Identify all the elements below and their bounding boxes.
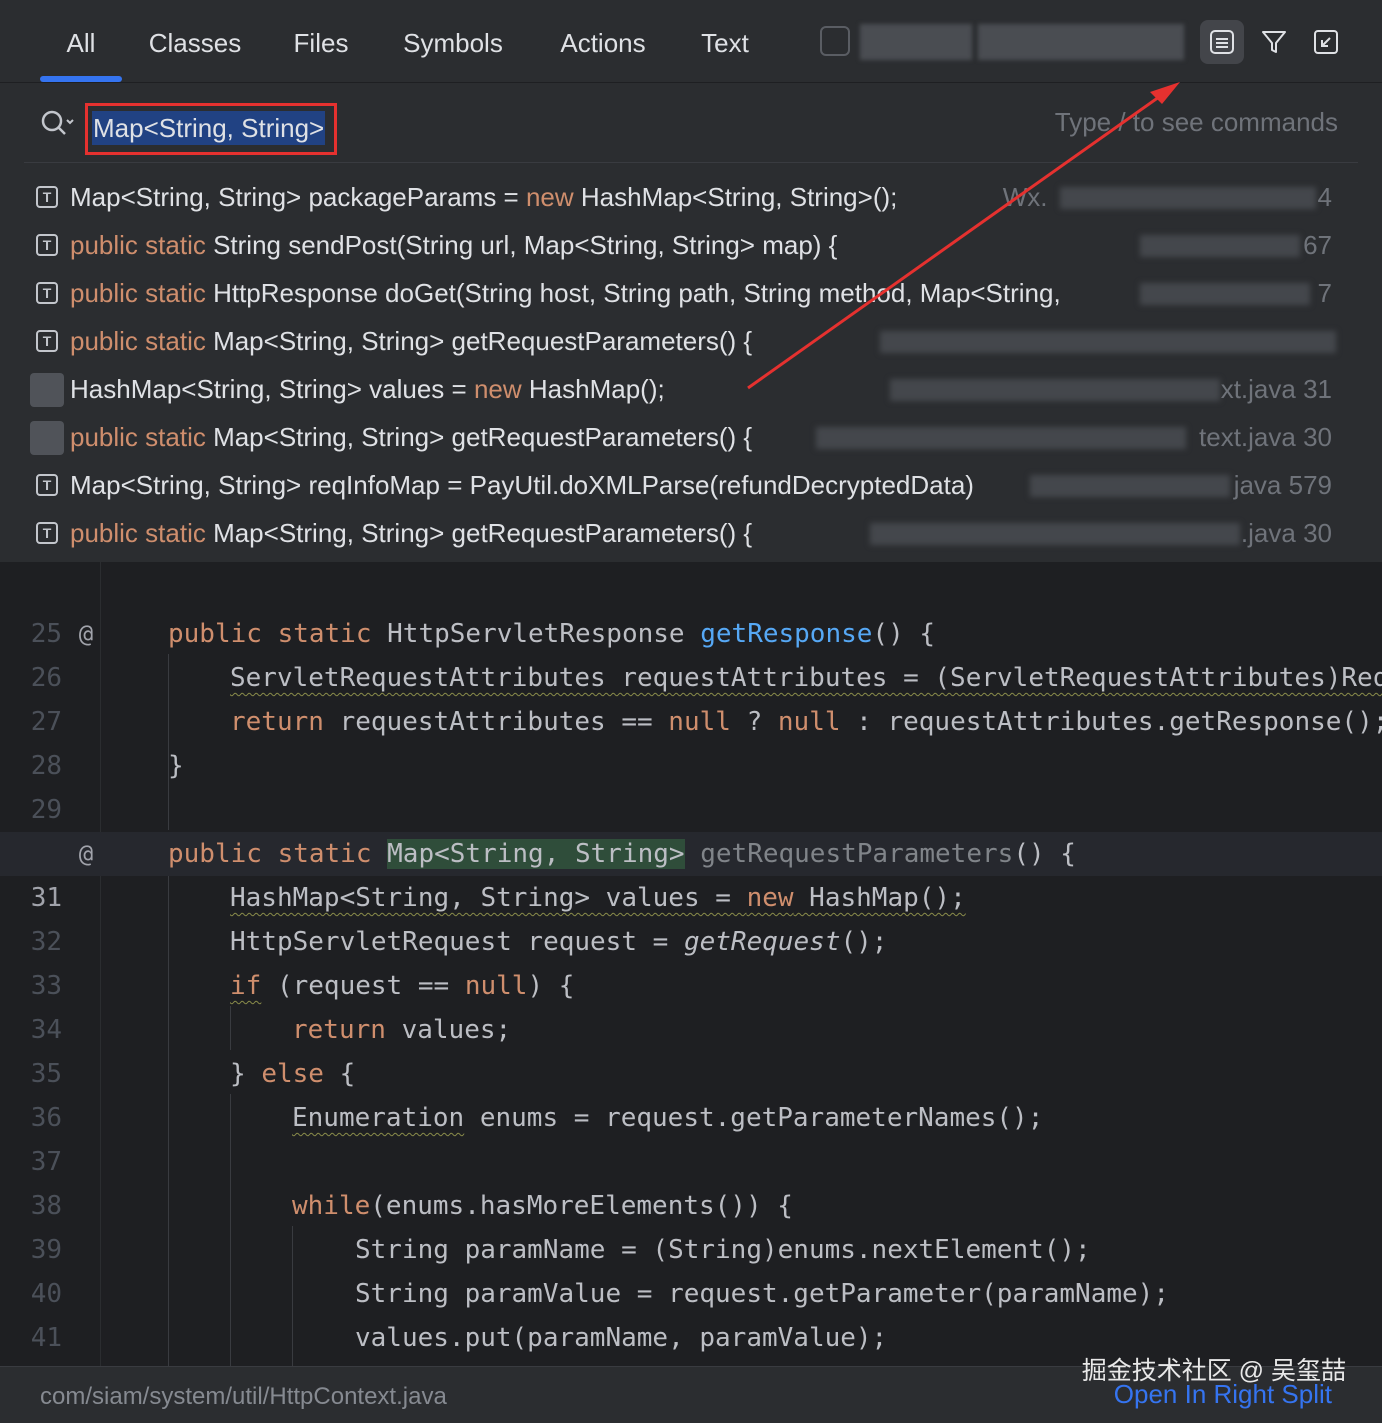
code-line: 28 return requestAttributes == null ? nu…	[0, 700, 1382, 781]
code-line: 30	[0, 788, 1382, 869]
text-icon: T	[36, 282, 58, 304]
code-line: 39 while(enums.hasMoreElements()) {	[0, 1184, 1382, 1265]
divider	[24, 162, 1358, 163]
result-location: Wx. 4	[1002, 182, 1332, 212]
code-preview[interactable]: 25 26 @ public static HttpServletRespons…	[0, 562, 1382, 1366]
text-icon: T	[36, 186, 58, 208]
search-input-highlight: Map<String, String>	[85, 103, 337, 155]
result-location: text.java 30	[1199, 422, 1332, 452]
result-row[interactable]: T Map<String, String> reqInfoMap = PayUt…	[0, 461, 1382, 509]
code-line: 35 return values;	[0, 1008, 1382, 1089]
result-location: xt.java 31	[1220, 374, 1332, 404]
tab-symbols[interactable]: Symbols	[398, 0, 508, 82]
blurred-location	[1030, 475, 1230, 497]
file-icon	[30, 421, 64, 455]
blurred-location	[816, 427, 1186, 449]
result-row[interactable]: T public static HttpResponse doGet(Strin…	[0, 269, 1382, 317]
tab-files[interactable]: Files	[290, 0, 352, 82]
results-list: T Map<String, String> packageParams = ne…	[0, 170, 1382, 562]
blurred-location	[1140, 283, 1310, 305]
annotation-gutter-icon[interactable]: @	[72, 620, 100, 648]
tab-actions[interactable]: Actions	[554, 0, 652, 82]
code-line: 27 ServletRequestAttributes requestAttri…	[0, 656, 1382, 737]
watermark: 掘金技术社区 @ 吴玺喆	[1081, 1357, 1346, 1385]
search-icon[interactable]	[40, 109, 76, 144]
result-location: .java 30	[1240, 518, 1332, 548]
blurred-location	[870, 523, 1240, 545]
search-input[interactable]: Map<String, String>	[92, 111, 326, 145]
result-row[interactable]: T public static Map<String, String> getR…	[0, 317, 1382, 365]
code-line: 34 if (request == null) {	[0, 964, 1382, 1045]
status-footer: com/siam/system/util/HttpContext.java Op…	[0, 1357, 1382, 1423]
filter-icon[interactable]	[1252, 20, 1296, 64]
search-everywhere-tabbar: All Classes Files Symbols Actions Text	[0, 0, 1382, 83]
tab-all[interactable]: All	[40, 0, 122, 82]
result-row[interactable]: T Map<String, String> packageParams = ne…	[0, 173, 1382, 221]
code-line: 26 @ public static HttpServletResponse g…	[0, 612, 1382, 693]
blurred-location	[1140, 235, 1300, 257]
text-icon: T	[36, 522, 58, 544]
text-icon: T	[36, 474, 58, 496]
tab-text[interactable]: Text	[698, 0, 752, 82]
search-match-highlight: Map<String, String>	[387, 839, 685, 869]
code-line-current: 31 @ public static Map<String, String> g…	[0, 832, 1382, 913]
file-path: com/siam/system/util/HttpContext.java	[40, 1383, 447, 1410]
text-icon: T	[36, 234, 58, 256]
code-line: 40 String paramName = (String)enums.next…	[0, 1228, 1382, 1309]
result-row[interactable]: HashMap<String, String> values = new Has…	[0, 365, 1382, 413]
result-row[interactable]: T public static String sendPost(String u…	[0, 221, 1382, 269]
blurred-checkbox-label	[860, 24, 972, 60]
code-line: 36 } else {	[0, 1052, 1382, 1133]
search-row: Map<String, String> Type / to see comman…	[0, 83, 1382, 163]
text-icon: T	[36, 330, 58, 352]
preview-icon[interactable]	[1200, 20, 1244, 64]
result-row[interactable]: public static Map<String, String> getReq…	[0, 413, 1382, 461]
code-line: 38	[0, 1140, 1382, 1221]
result-location: 7	[1317, 278, 1332, 308]
annotation-gutter-icon[interactable]: @	[72, 840, 100, 868]
code-line: 32 HashMap<String, String> values = new …	[0, 876, 1382, 957]
code-line: 33 HttpServletRequest request = getReque…	[0, 920, 1382, 1001]
result-location: java 579	[1233, 470, 1332, 500]
code-line: 29 }	[0, 744, 1382, 825]
blurred-location	[890, 379, 1220, 401]
include-non-project-checkbox[interactable]	[820, 26, 850, 56]
blurred-checkbox-label-2	[978, 24, 1184, 60]
tab-classes[interactable]: Classes	[146, 0, 244, 82]
code-line: 25	[0, 568, 1382, 649]
result-row[interactable]: T public static Map<String, String> getR…	[0, 509, 1382, 557]
result-location: 67	[1303, 230, 1332, 260]
open-in-window-icon[interactable]	[1304, 20, 1348, 64]
code-line: 41 String paramValue = request.getParame…	[0, 1272, 1382, 1353]
search-hint: Type / to see commands	[1054, 107, 1338, 137]
blurred-location	[880, 331, 1336, 353]
code-line: 37 Enumeration enums = request.getParame…	[0, 1096, 1382, 1177]
file-icon	[30, 373, 64, 407]
